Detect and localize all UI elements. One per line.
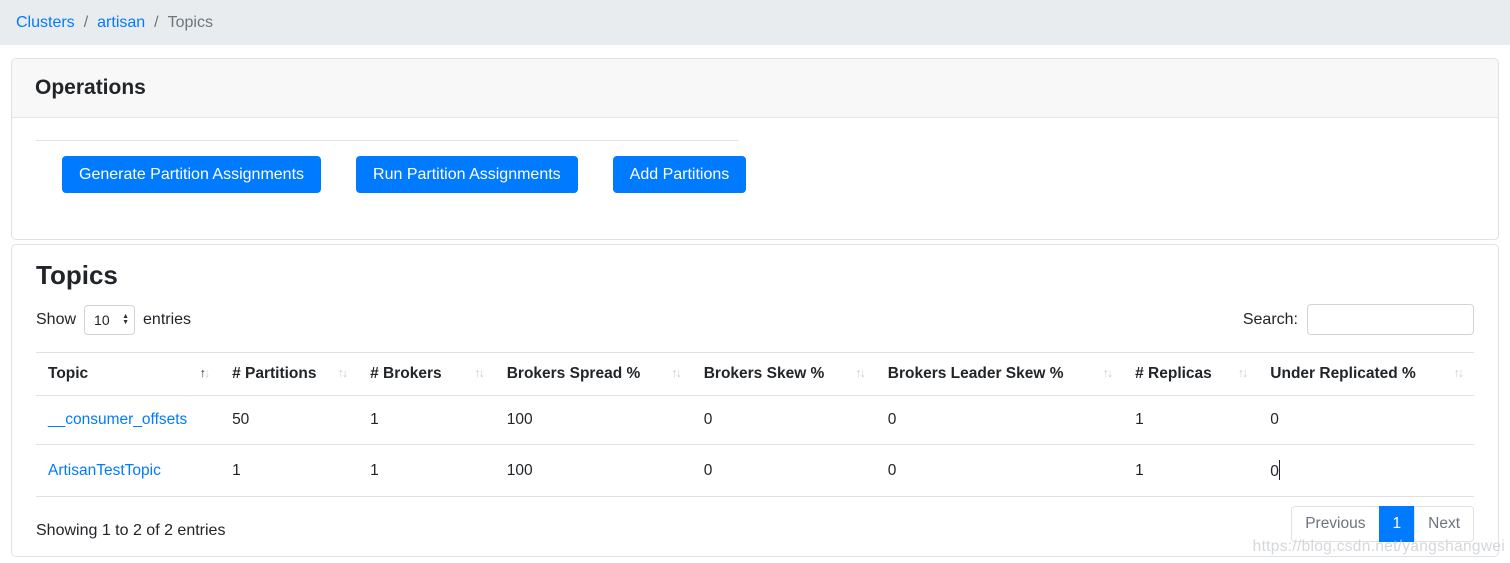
column-header-label: # Replicas xyxy=(1135,365,1212,382)
topic-link-artisantesttopic[interactable]: ArtisanTestTopic xyxy=(48,462,161,479)
column-header-label: Brokers Skew % xyxy=(703,365,825,382)
table-cell: __consumer_offsets xyxy=(36,395,221,445)
table-header-row: ↑↓ Topic ↑↓ # Partitions ↑↓ # Brokers ↑↓ Broker… xyxy=(36,352,1474,396)
column-header-label: # Partitions xyxy=(232,365,317,382)
run-partition-assignments-button[interactable]: Run Partition Assignments xyxy=(356,156,578,193)
search-input[interactable] xyxy=(1307,304,1474,335)
pagination-previous[interactable]: Previous xyxy=(1291,506,1380,542)
table-cell: 0 xyxy=(691,444,876,497)
pagination-page-1[interactable]: 1 xyxy=(1378,506,1416,542)
operations-panel-title: Operations xyxy=(12,59,1498,118)
topic-link-consumer-offsets[interactable]: __consumer_offsets xyxy=(48,411,187,428)
table-cell: 0 xyxy=(875,444,1124,497)
column-header-topic[interactable]: ↑↓ Topic xyxy=(36,352,221,396)
table-cell: 100 xyxy=(494,444,692,497)
generate-partition-assignments-button[interactable]: Generate Partition Assignments xyxy=(62,156,322,193)
operations-panel: Operations Generate Partition Assignment… xyxy=(11,58,1499,240)
pagination-next[interactable]: Next xyxy=(1414,506,1474,542)
show-label: Show xyxy=(36,310,77,328)
operations-panel-body: Generate Partition Assignments Run Partit… xyxy=(12,140,1498,239)
pagination: Previous 1 Next xyxy=(1291,506,1474,542)
table-cell: ArtisanTestTopic xyxy=(36,444,221,497)
sort-icon: ↑↓ xyxy=(1453,366,1465,380)
page-size-control: Show 10 ▲ ▼ entries xyxy=(36,304,192,335)
table-controls: Show 10 ▲ ▼ entries Search: xyxy=(36,304,1474,335)
column-header-brokers[interactable]: ↑↓ # Brokers xyxy=(358,352,495,396)
breadcrumb-item-artisan[interactable]: artisan xyxy=(97,14,145,32)
add-partitions-button[interactable]: Add Partitions xyxy=(612,156,747,193)
table-cell: 1 xyxy=(220,444,359,497)
column-header-label: Topic xyxy=(48,365,89,382)
sort-icon: ↑↓ xyxy=(199,366,211,380)
topics-panel-body: Topics Show 10 ▲ ▼ entries Search: ↑↓ Topi… xyxy=(12,245,1498,556)
column-header-partitions[interactable]: ↑↓ # Partitions xyxy=(220,352,359,396)
sort-icon: ↑↓ xyxy=(474,366,485,380)
table-cell: 0 xyxy=(875,395,1124,445)
entries-label: entries xyxy=(143,310,192,328)
search-label: Search: xyxy=(1242,310,1298,328)
table-row: __consumer_offsets 50 1 100 0 0 1 0 xyxy=(36,395,1474,445)
column-header-brokers-leader-skew[interactable]: ↑↓ Brokers Leader Skew % xyxy=(875,352,1124,396)
breadcrumb-separator: / xyxy=(154,13,159,31)
sort-icon: ↑↓ xyxy=(671,366,682,380)
table-cell: 100 xyxy=(494,395,692,445)
table-cell: 1 xyxy=(358,444,495,497)
sort-icon: ↑↓ xyxy=(855,366,866,380)
column-header-replicas[interactable]: ↑↓ # Replicas xyxy=(1123,352,1259,396)
sort-icon: ↑↓ xyxy=(337,366,349,380)
table-cell: 0 xyxy=(1258,444,1474,497)
column-header-label: Brokers Spread % xyxy=(506,365,641,382)
topics-title: Topics xyxy=(36,260,118,290)
breadcrumb-item-topics: Topics xyxy=(167,13,213,31)
pagination-page-1-item: 1 xyxy=(1378,506,1416,542)
sort-icon: ↑↓ xyxy=(1237,366,1249,380)
pagination-next-item: Next xyxy=(1414,506,1474,542)
operations-buttons: Generate Partition Assignments Run Partit… xyxy=(62,156,1474,193)
column-header-label: # Brokers xyxy=(370,365,442,382)
breadcrumb-separator: / xyxy=(83,13,89,31)
breadcrumb: Clusters / artisan / Topics xyxy=(0,0,1510,45)
table-cell: 1 xyxy=(358,395,495,445)
page-size-select-wrap: 10 ▲ ▼ xyxy=(84,304,136,335)
column-header-label: Under Replicated % xyxy=(1270,365,1416,382)
table-cell: 50 xyxy=(220,395,359,445)
topics-table: ↑↓ Topic ↑↓ # Partitions ↑↓ # Brokers ↑↓ Broker… xyxy=(36,352,1474,497)
topics-panel: Topics Show 10 ▲ ▼ entries Search: ↑↓ Topi… xyxy=(11,244,1499,557)
column-header-brokers-spread[interactable]: ↑↓ Brokers Spread % xyxy=(494,352,692,396)
sort-icon: ↑↓ xyxy=(1102,366,1114,380)
breadcrumb-item-clusters[interactable]: Clusters xyxy=(16,14,75,32)
table-cell: 1 xyxy=(1123,395,1259,445)
column-header-under-replicated[interactable]: ↑↓ Under Replicated % xyxy=(1258,352,1474,396)
table-summary: Showing 1 to 2 of 2 entries xyxy=(36,522,226,539)
text-caret xyxy=(1278,460,1280,480)
column-header-label: Brokers Leader Skew % xyxy=(887,365,1064,382)
table-footer: Showing 1 to 2 of 2 entries Previous 1 Nex… xyxy=(36,497,1474,542)
table-cell: 0 xyxy=(1258,395,1474,445)
pagination-previous-item: Previous xyxy=(1291,506,1380,542)
table-row: ArtisanTestTopic 1 1 100 0 0 1 0 xyxy=(36,444,1474,497)
page-size-select[interactable]: 10 xyxy=(84,304,136,335)
table-cell: 1 xyxy=(1123,444,1259,497)
table-cell: 0 xyxy=(691,395,876,445)
column-header-brokers-skew[interactable]: ↑↓ Brokers Skew % xyxy=(691,352,876,396)
divider xyxy=(36,140,739,141)
search-control: Search: xyxy=(1243,304,1474,335)
